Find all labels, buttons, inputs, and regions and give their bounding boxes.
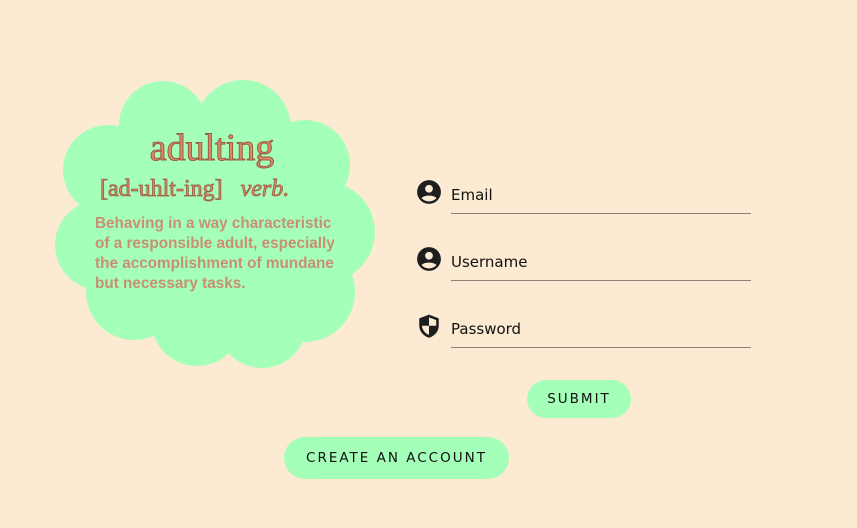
shield-icon <box>419 314 439 338</box>
username-field-row <box>416 243 756 281</box>
username-input[interactable] <box>451 243 751 281</box>
password-input[interactable] <box>451 310 751 348</box>
part-of-speech: verb. <box>240 176 290 203</box>
defined-word: adulting <box>149 127 275 170</box>
email-field-row <box>416 176 756 214</box>
pronunciation: [ad-uhlt-ing] <box>100 176 223 203</box>
definition-text: Behaving in a way characteristic of a re… <box>95 215 335 292</box>
account-circle-icon <box>417 180 441 204</box>
create-account-button[interactable]: CREATE AN ACCOUNT <box>284 437 509 479</box>
submit-button[interactable]: SUBMIT <box>527 380 631 418</box>
definition-cloud: adulting [ad-uhlt-ing] verb. Behaving in … <box>0 0 400 400</box>
account-circle-icon <box>417 247 441 271</box>
password-field-row <box>416 310 756 348</box>
pronunciation-line: [ad-uhlt-ing] verb. <box>100 174 340 204</box>
login-form <box>416 176 756 377</box>
email-input[interactable] <box>451 176 751 214</box>
